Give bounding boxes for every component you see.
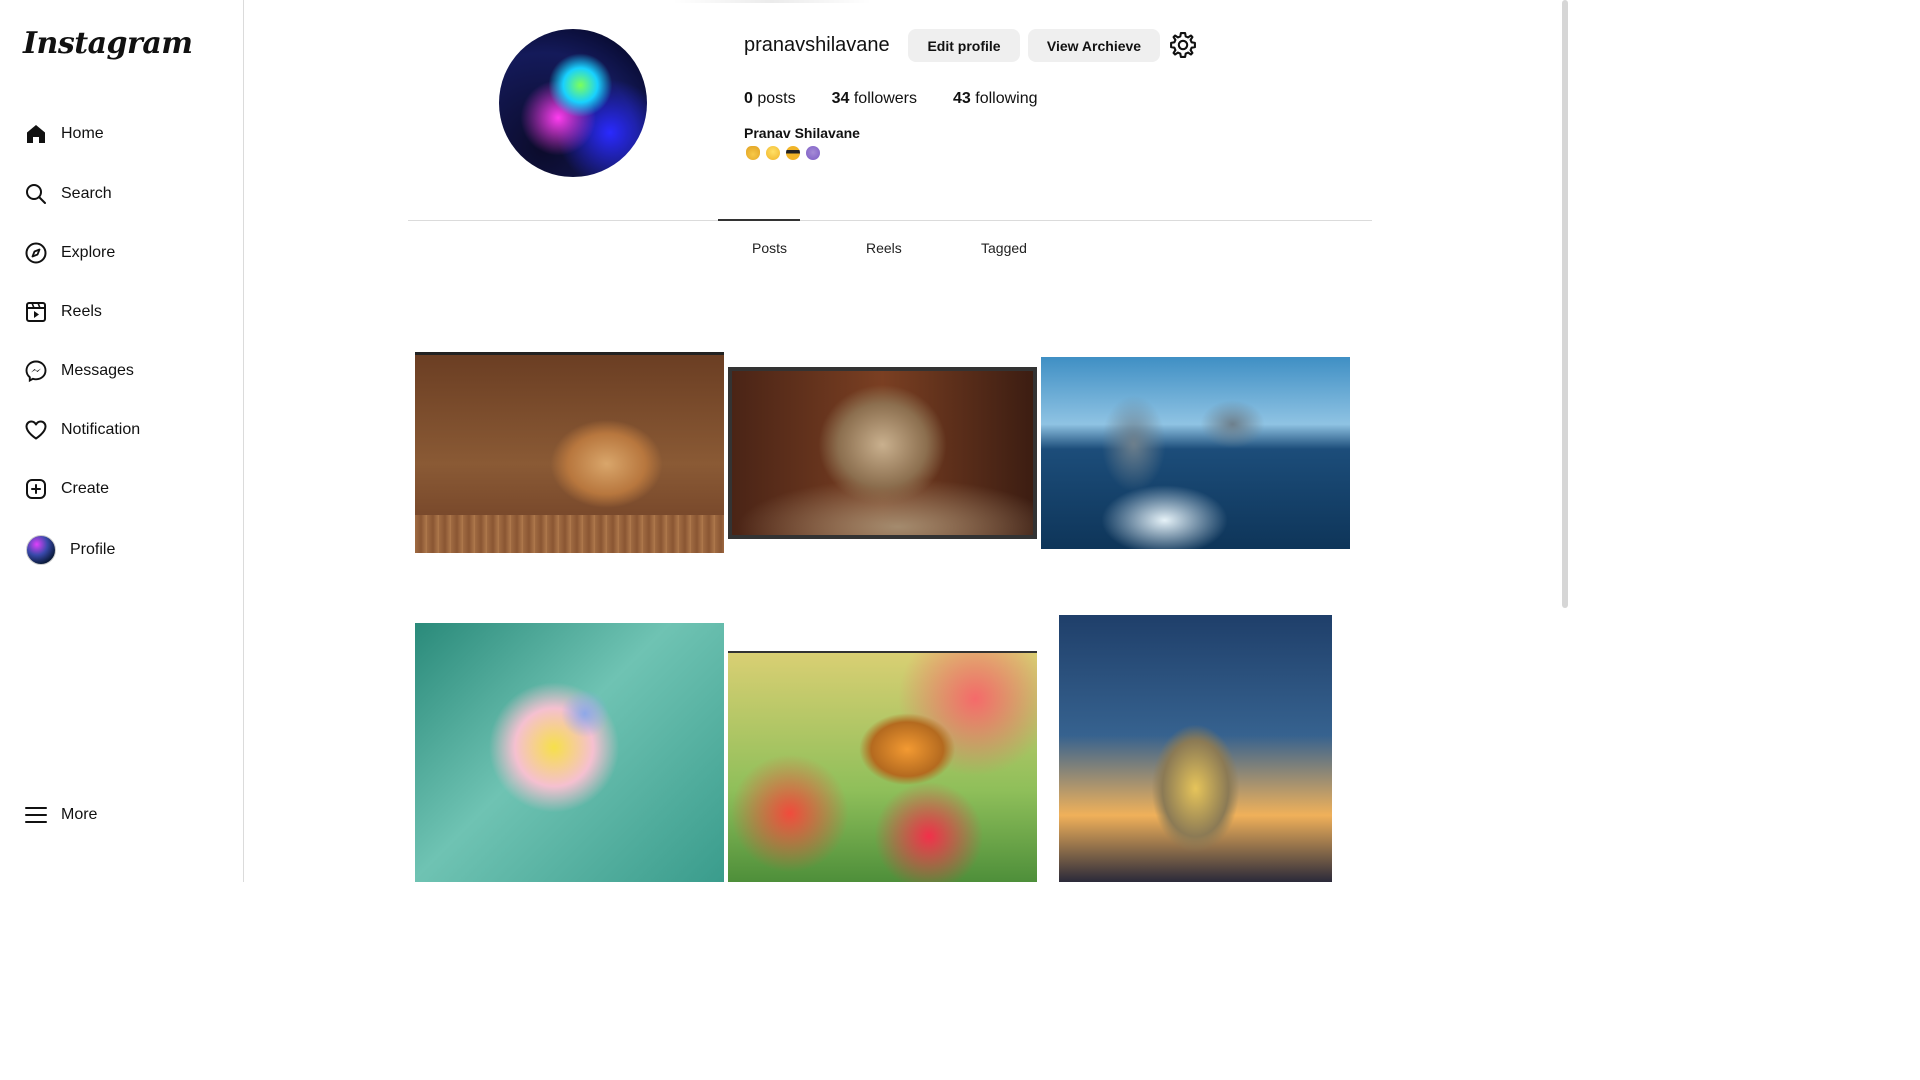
instagram-logo[interactable]: Instagram [23, 26, 193, 61]
posts-count: 0 [744, 90, 753, 107]
post-thumbnail[interactable] [415, 623, 724, 882]
sidebar-item-label: Explore [61, 244, 116, 261]
messenger-icon [24, 359, 48, 383]
following-label: following [975, 90, 1038, 107]
smiling-imp-icon [806, 146, 820, 160]
post-thumbnail[interactable] [728, 651, 1037, 882]
active-tab-indicator [718, 219, 800, 221]
sidebar-item-label: Notification [61, 421, 141, 438]
sidebar-item-label: Home [61, 125, 104, 142]
sidebar: Instagram Home Search Explore Reels Mess… [0, 0, 244, 882]
view-archive-button[interactable]: View Archieve [1028, 29, 1160, 62]
gear-icon[interactable] [1169, 31, 1197, 59]
bio-emojis [746, 146, 820, 160]
posts-stat: 0 posts [744, 90, 796, 108]
profile-full-name: Pranav Shilavane [744, 125, 860, 141]
tabs-divider [408, 220, 1372, 221]
profile-username: pranavshilavane [744, 34, 890, 56]
sidebar-item-search[interactable]: Search [24, 176, 112, 212]
sidebar-item-label: Search [61, 185, 112, 202]
plus-square-icon [24, 477, 48, 501]
followers-stat[interactable]: 34 followers [832, 90, 917, 108]
sidebar-item-more[interactable]: More [24, 797, 97, 833]
sidebar-item-label: More [61, 806, 98, 823]
followers-label: followers [853, 90, 917, 107]
post-thumbnail[interactable] [1059, 615, 1332, 882]
search-icon [24, 182, 48, 206]
following-stat[interactable]: 43 following [953, 90, 1038, 108]
post-thumbnail[interactable] [415, 352, 724, 553]
home-icon [24, 122, 48, 146]
post-thumbnail[interactable] [728, 367, 1037, 539]
compass-icon [24, 241, 48, 265]
menu-icon [24, 803, 48, 827]
sidebar-item-explore[interactable]: Explore [24, 235, 115, 271]
sidebar-item-label: Messages [61, 362, 134, 379]
top-shadow [672, 0, 872, 3]
post-thumbnail[interactable] [1041, 357, 1350, 549]
sidebar-item-home[interactable]: Home [24, 116, 104, 152]
sidebar-item-notification[interactable]: Notification [24, 412, 140, 448]
sidebar-item-label: Profile [70, 541, 116, 558]
reels-icon [24, 300, 48, 324]
victory-hand-icon [746, 146, 760, 160]
followers-count: 34 [831, 90, 850, 107]
tab-posts[interactable]: Posts [752, 240, 787, 256]
sidebar-item-reels[interactable]: Reels [24, 294, 102, 330]
sidebar-item-messages[interactable]: Messages [24, 353, 134, 389]
following-count: 43 [953, 90, 971, 107]
edit-profile-button[interactable]: Edit profile [908, 29, 1020, 62]
profile-avatar[interactable] [499, 29, 647, 177]
sidebar-item-profile[interactable]: Profile [24, 532, 115, 568]
tab-tagged[interactable]: Tagged [981, 240, 1027, 256]
heart-icon [24, 418, 48, 442]
sidebar-item-label: Create [61, 480, 110, 497]
tab-reels[interactable]: Reels [866, 240, 902, 256]
sunglasses-face-icon [786, 146, 800, 160]
sidebar-item-create[interactable]: Create [24, 471, 109, 507]
grinning-face-icon [766, 146, 780, 160]
posts-label: posts [757, 90, 796, 107]
sidebar-item-label: Reels [61, 303, 102, 320]
profile-stats: 0 posts 34 followers 43 following [744, 90, 1074, 108]
scrollbar[interactable] [1562, 0, 1568, 608]
avatar [26, 535, 56, 565]
